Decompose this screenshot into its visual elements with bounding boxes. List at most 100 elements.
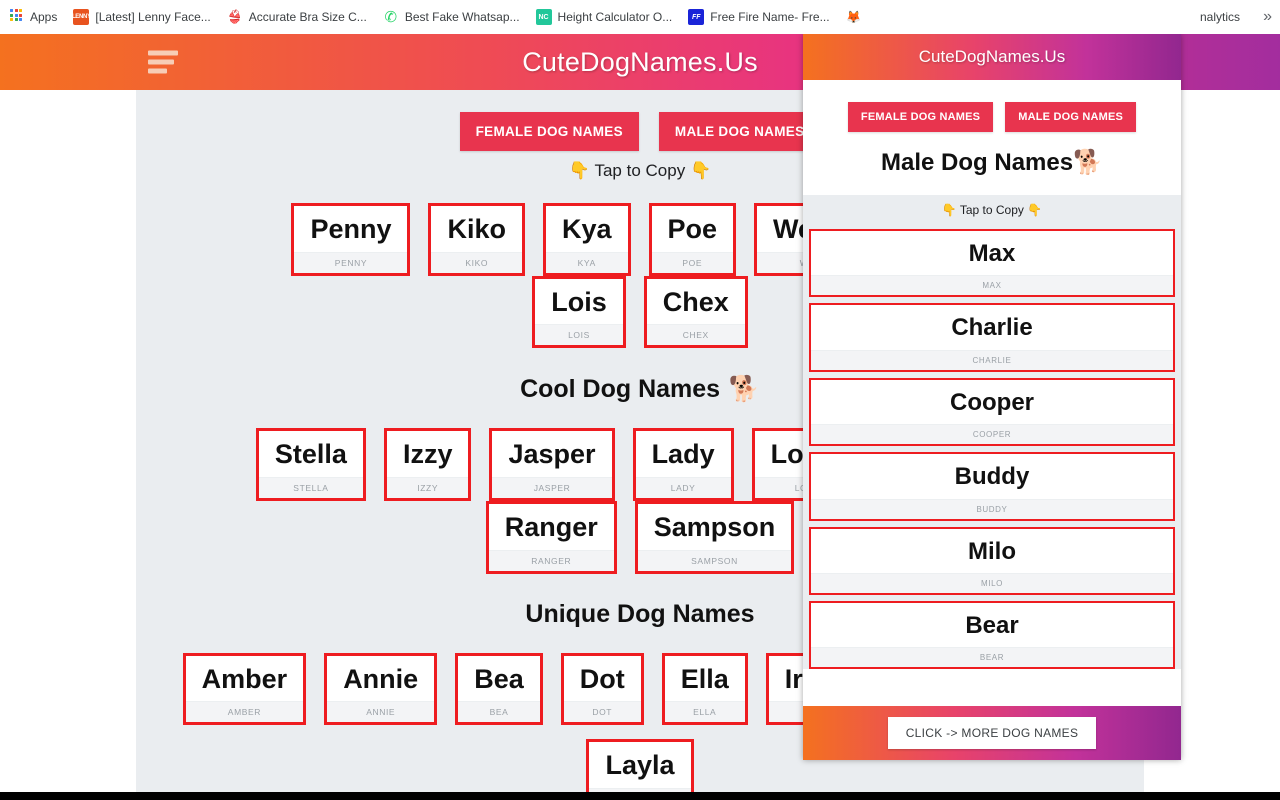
- more-dog-names-button[interactable]: CLICK -> MORE DOG NAMES: [887, 717, 1097, 749]
- name-card[interactable]: Dot DOT: [560, 652, 644, 726]
- name-card-subtitle: POE: [651, 251, 734, 273]
- bookmark-label: Accurate Bra Size C...: [248, 10, 367, 24]
- name-card[interactable]: Chex CHEX: [643, 275, 748, 349]
- name-card-subtitle: IZZY: [386, 477, 469, 499]
- popup-name-card-subtitle: BUDDY: [811, 498, 1173, 519]
- popup-section-title: Male Dog Names🐕: [803, 132, 1181, 195]
- bookmark-analytics-truncated[interactable]: nalytics: [1200, 10, 1240, 24]
- name-card-subtitle: AMBER: [185, 701, 304, 723]
- male-dog-names-button[interactable]: MALE DOG NAMES: [658, 112, 821, 151]
- name-card-subtitle: SAMPSON: [637, 549, 792, 571]
- bookmark-lenny-face[interactable]: LENNY [Latest] Lenny Face...: [72, 9, 211, 25]
- name-card-title: Dot: [579, 663, 625, 694]
- popup-name-card-title: Max: [968, 240, 1016, 267]
- bookmark-height-calculator[interactable]: NC Height Calculator O...: [535, 9, 673, 25]
- nc-icon: NC: [535, 9, 552, 25]
- apps-grid-icon: [8, 9, 24, 25]
- name-card-title: Poe: [667, 214, 718, 244]
- name-card[interactable]: Annie ANNIE: [324, 652, 438, 726]
- popup-name-card[interactable]: Max MAX: [809, 229, 1175, 298]
- bookmark-label: Free Fire Name- Fre...: [710, 10, 830, 24]
- popup-name-card[interactable]: Buddy BUDDY: [809, 452, 1175, 521]
- popup-name-card-subtitle: BEAR: [811, 647, 1173, 668]
- name-card[interactable]: Lady LADY: [632, 428, 734, 502]
- bookmark-label: [Latest] Lenny Face...: [95, 10, 211, 24]
- name-card[interactable]: Ella ELLA: [661, 652, 748, 726]
- popup-name-card-title: Charlie: [951, 314, 1033, 342]
- popup-name-card-subtitle: MAX: [811, 275, 1173, 296]
- name-card[interactable]: Sampson SAMPSON: [634, 501, 795, 574]
- bookmark-apps[interactable]: Apps: [8, 9, 57, 25]
- bookmark-partial[interactable]: 🦊: [846, 9, 862, 25]
- name-card[interactable]: Kiko KIKO: [428, 203, 525, 276]
- name-card-subtitle: LOIS: [535, 324, 623, 346]
- name-card-title: Ranger: [504, 512, 598, 543]
- popup-name-card[interactable]: Milo MILO: [809, 526, 1175, 595]
- name-card[interactable]: Jasper JASPER: [489, 428, 615, 502]
- name-card[interactable]: Poe POE: [648, 203, 737, 276]
- name-card[interactable]: Penny PENNY: [291, 203, 411, 276]
- whatsapp-icon: ✆: [384, 7, 398, 26]
- name-card-title: Izzy: [402, 439, 453, 470]
- bra-icon: 👙: [226, 9, 243, 25]
- bookmark-label: Height Calculator O...: [557, 10, 673, 24]
- name-card-subtitle: CHEX: [646, 324, 745, 346]
- dog-icon: 🐕: [1073, 148, 1103, 176]
- bookmark-label: Apps: [30, 10, 58, 24]
- popup-name-card-title: Bear: [965, 611, 1019, 639]
- popup-male-dog-names-button[interactable]: MALE DOG NAMES: [1005, 102, 1137, 132]
- name-card-title: Lois: [551, 286, 607, 317]
- name-card-subtitle: STELLA: [258, 477, 363, 499]
- name-card-title: Lady: [651, 439, 715, 470]
- name-card-title: Annie: [343, 663, 419, 694]
- name-card[interactable]: Kya KYA: [542, 203, 631, 276]
- name-card-subtitle: LADY: [635, 477, 731, 499]
- name-card[interactable]: Ranger RANGER: [485, 501, 617, 574]
- name-card[interactable]: Amber AMBER: [182, 652, 307, 726]
- name-card-subtitle: PENNY: [294, 251, 408, 273]
- name-card[interactable]: Lois LOIS: [532, 275, 626, 349]
- popup-name-card-subtitle: COOPER: [811, 424, 1173, 445]
- tap-to-copy-label: Tap to Copy: [594, 161, 686, 180]
- name-card-title: Penny: [310, 214, 392, 244]
- name-card[interactable]: LaylaLAYLA: [586, 739, 694, 800]
- popup-footer: CLICK -> MORE DOG NAMES: [803, 706, 1181, 760]
- name-card-subtitle: KIKO: [431, 251, 522, 273]
- name-card[interactable]: Bea BEA: [455, 652, 543, 726]
- bookmark-bra-size[interactable]: 👙 Accurate Bra Size C...: [227, 9, 367, 25]
- pointing-hand-icon-right: 👇: [1027, 203, 1043, 217]
- popup-name-card[interactable]: Bear BEAR: [809, 600, 1175, 670]
- ff-icon: FF: [688, 9, 705, 25]
- popup-gender-button-row: FEMALE DOG NAMES MALE DOG NAMES: [803, 80, 1181, 132]
- popup-tap-to-copy-hint: 👇 Tap to Copy 👇: [803, 195, 1181, 225]
- pointing-hand-icon-left: 👇: [941, 203, 957, 217]
- popup-title: CuteDogNames.Us: [918, 47, 1066, 66]
- popup-name-card[interactable]: Cooper COOPER: [809, 377, 1175, 447]
- section-title-text: Cool Dog Names: [520, 375, 721, 404]
- page-viewport: CuteDogNames.Us FEMALE DOG NAMES MALE DO…: [0, 34, 1280, 800]
- name-card-title: Kya: [561, 214, 612, 244]
- bookmark-fake-whatsapp[interactable]: ✆ Best Fake Whatsap...: [383, 9, 520, 25]
- lenny-icon: LENNY: [72, 9, 91, 25]
- name-card[interactable]: Izzy IZZY: [383, 428, 472, 502]
- name-card[interactable]: Stella STELLA: [255, 428, 366, 502]
- name-card-title: Stella: [274, 439, 347, 470]
- hamburger-icon[interactable]: [148, 50, 178, 74]
- name-card-subtitle: KYA: [545, 251, 628, 273]
- popup-tap-to-copy-label: Tap to Copy: [959, 203, 1024, 217]
- name-card-title: Ella: [680, 663, 729, 694]
- name-card-subtitle: ANNIE: [327, 701, 435, 723]
- female-dog-names-button[interactable]: FEMALE DOG NAMES: [459, 112, 639, 151]
- bookmark-free-fire-name[interactable]: FF Free Fire Name- Fre...: [688, 9, 830, 25]
- popup-name-card-title: Buddy: [954, 463, 1030, 491]
- popup-name-card-subtitle: MILO: [811, 572, 1173, 593]
- popup-name-card[interactable]: Charlie CHARLIE: [809, 303, 1175, 372]
- popup-window: CuteDogNames.Us FEMALE DOG NAMES MALE DO…: [803, 34, 1181, 760]
- name-card-subtitle: RANGER: [488, 549, 614, 571]
- browser-bookmarks-bar: Apps LENNY [Latest] Lenny Face... 👙 Accu…: [0, 0, 1280, 34]
- popup-female-dog-names-button[interactable]: FEMALE DOG NAMES: [847, 102, 994, 132]
- pointing-hand-icon-right: 👇: [689, 161, 712, 181]
- window-bottom-edge: [0, 792, 1280, 800]
- bookmarks-overflow-chevron-icon[interactable]: »: [1263, 7, 1272, 27]
- name-card-subtitle: JASPER: [492, 477, 612, 499]
